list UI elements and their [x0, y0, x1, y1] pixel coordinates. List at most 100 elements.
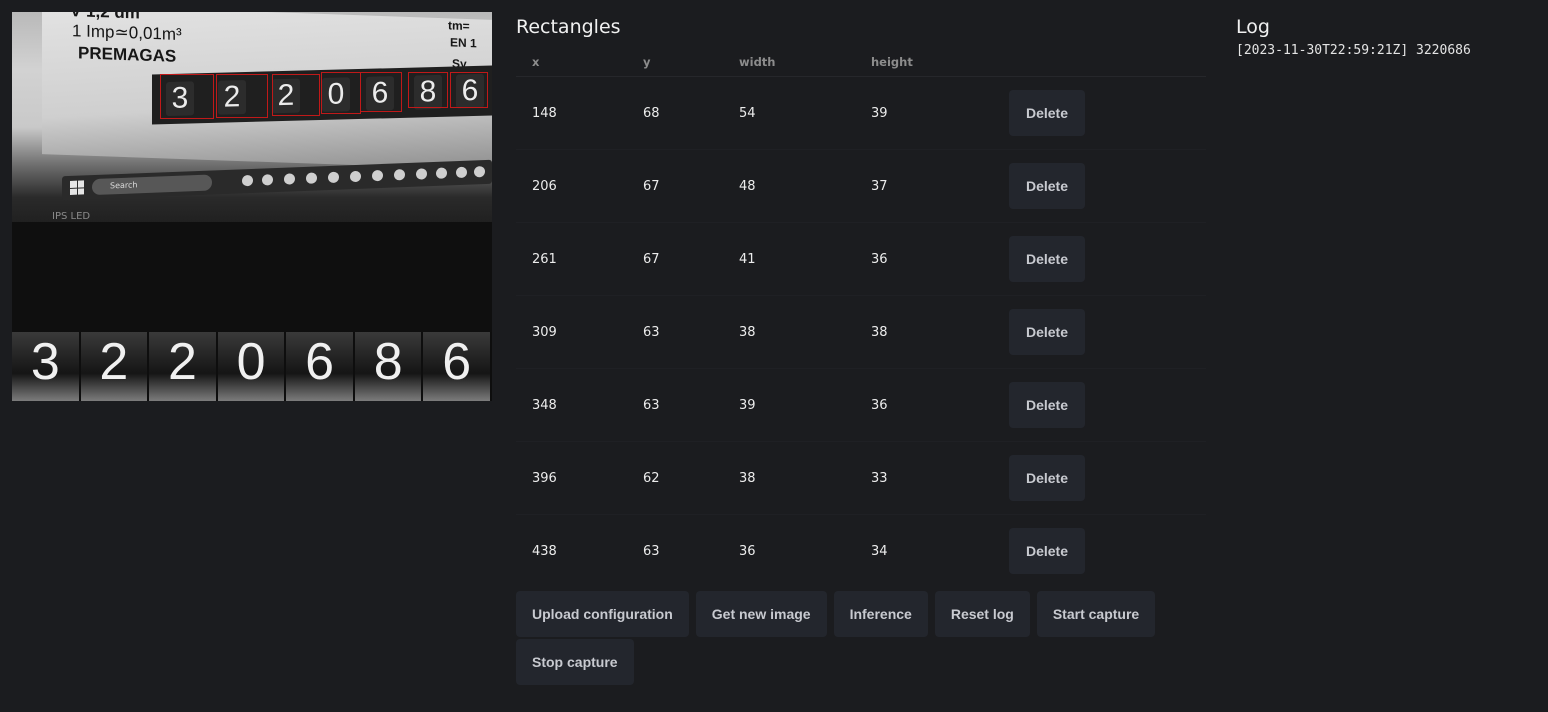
roi-box — [408, 72, 448, 108]
log-panel: Log [2023-11-30T22:59:21Z] 3220686 — [1236, 14, 1536, 58]
taskbar-app-icon — [436, 167, 447, 179]
log-title: Log — [1236, 16, 1270, 38]
taskbar-app-icon — [372, 169, 383, 182]
start-capture-button[interactable]: Start capture — [1036, 591, 1156, 637]
cell-y: 63 — [627, 368, 723, 442]
taskbar-app-icon — [262, 174, 273, 186]
camera-panel: V 1,2 dm 1 Imp≃0,01m³ PREMAGAS tm= EN 1 … — [12, 12, 492, 401]
cell-x: 148 — [516, 76, 627, 150]
photo-taskbar: Search — [62, 159, 492, 201]
reset-log-button[interactable]: Reset log — [934, 591, 1030, 637]
cell-y: 67 — [627, 222, 723, 296]
table-row: 148 68 54 39 Delete — [516, 76, 1206, 150]
delete-button[interactable]: Delete — [1009, 90, 1085, 136]
roi-box — [360, 72, 402, 112]
delete-button[interactable]: Delete — [1009, 236, 1085, 282]
cropped-digit: 2 — [80, 332, 150, 401]
cell-height: 37 — [855, 149, 993, 223]
table-row: 206 67 48 37 Delete — [516, 149, 1206, 223]
app-root: V 1,2 dm 1 Imp≃0,01m³ PREMAGAS tm= EN 1 … — [0, 0, 1548, 712]
cropped-digit: 6 — [423, 332, 492, 401]
cell-actions: Delete — [993, 295, 1206, 369]
rectangles-title: Rectangles — [516, 16, 621, 38]
plate-text-right-1: tm= — [448, 18, 470, 34]
cell-x: 396 — [516, 441, 627, 515]
column-header-height: height — [855, 48, 993, 77]
column-header-x: x — [516, 48, 627, 77]
plate-text-impulse: 1 Imp≃0,01m³ — [72, 21, 182, 45]
get-new-image-button[interactable]: Get new image — [695, 591, 827, 637]
cell-height: 34 — [871, 543, 888, 559]
inference-button[interactable]: Inference — [833, 591, 928, 637]
cell-y: 68 — [627, 76, 723, 150]
cropped-digit: 0 — [217, 332, 287, 401]
roi-box — [321, 72, 361, 114]
cell-actions: Delete — [993, 76, 1206, 150]
monitor-label: IPS LED — [52, 211, 91, 222]
rectangles-panel: Rectangles x y width height 148 68 54 39… — [516, 14, 1206, 685]
cropped-digit: 2 — [149, 332, 218, 401]
column-header-width: width — [723, 48, 855, 77]
column-header-actions — [993, 48, 1206, 77]
cropped-digits-strip: 3 2 2 0 6 8 6 — [12, 332, 492, 401]
cell-actions: Delete — [993, 368, 1206, 442]
log-entry: [2023-11-30T22:59:21Z] 3220686 — [1236, 43, 1471, 58]
action-buttons: Upload configuration Get new image Infer… — [516, 591, 1156, 685]
cell-height: 36 — [855, 368, 993, 442]
cell-height: 33 — [855, 441, 993, 515]
taskbar-app-icon — [328, 171, 339, 184]
roi-box — [450, 72, 488, 108]
plate-text-right-2: EN 1 — [450, 35, 477, 51]
cell-actions: Delete — [993, 441, 1206, 515]
delete-button[interactable]: Delete — [1009, 382, 1085, 428]
stop-capture-button[interactable]: Stop capture — [516, 639, 634, 685]
cell-height: 38 — [855, 295, 993, 369]
cell-width: 48 — [723, 149, 855, 223]
roi-box — [272, 74, 320, 116]
cell-width: 36 — [739, 543, 756, 559]
table-row: 438 63 36 34 Delete — [516, 515, 1206, 588]
delete-button[interactable]: Delete — [1009, 455, 1085, 501]
cell-x: 348 — [516, 368, 627, 442]
photo-search-box: Search — [92, 174, 212, 196]
cell-height: 36 — [855, 222, 993, 296]
cell-width: 38 — [723, 441, 855, 515]
cell-width: 54 — [723, 76, 855, 150]
cropped-digit: 3 — [12, 332, 81, 401]
cell-y: 62 — [627, 441, 723, 515]
roi-box — [160, 74, 214, 119]
column-header-y: y — [627, 48, 723, 77]
table-row: 261 67 41 36 Delete — [516, 222, 1206, 296]
taskbar-app-icon — [306, 172, 317, 184]
delete-button[interactable]: Delete — [1009, 163, 1085, 209]
upload-configuration-button[interactable]: Upload configuration — [516, 591, 689, 637]
camera-image[interactable]: V 1,2 dm 1 Imp≃0,01m³ PREMAGAS tm= EN 1 … — [12, 12, 492, 332]
taskbar-app-icon — [350, 170, 361, 183]
taskbar-app-icon — [416, 168, 427, 180]
cell-x: 438 — [532, 543, 557, 559]
cell-width: 41 — [723, 222, 855, 296]
taskbar-app-icon — [394, 169, 405, 181]
taskbar-app-icon — [456, 166, 467, 179]
monitor-bezel — [12, 222, 492, 332]
table-row: 396 62 38 33 Delete — [516, 441, 1206, 515]
roi-box — [216, 74, 268, 118]
cell-actions: Delete — [993, 149, 1206, 223]
taskbar-app-icon — [474, 166, 485, 178]
cell-y: 63 — [627, 295, 723, 369]
windows-logo-icon — [70, 180, 84, 195]
cell-x: 261 — [516, 222, 627, 296]
cell-height: 39 — [855, 76, 993, 150]
delete-button[interactable]: Delete — [1009, 528, 1085, 574]
delete-button[interactable]: Delete — [1009, 309, 1085, 355]
cropped-digit: 8 — [354, 332, 424, 401]
cell-width: 39 — [723, 368, 855, 442]
table-header-row: x y width height — [516, 48, 1206, 77]
table-row: 348 63 39 36 Delete — [516, 368, 1206, 442]
cell-y: 67 — [627, 149, 723, 223]
rectangles-table: x y width height 148 68 54 39 Delete 206 — [516, 48, 1206, 587]
table-row: 309 63 38 38 Delete — [516, 295, 1206, 369]
cell-y: 63 — [643, 543, 660, 559]
cell-x: 309 — [516, 295, 627, 369]
cell-actions: Delete — [993, 515, 1206, 588]
